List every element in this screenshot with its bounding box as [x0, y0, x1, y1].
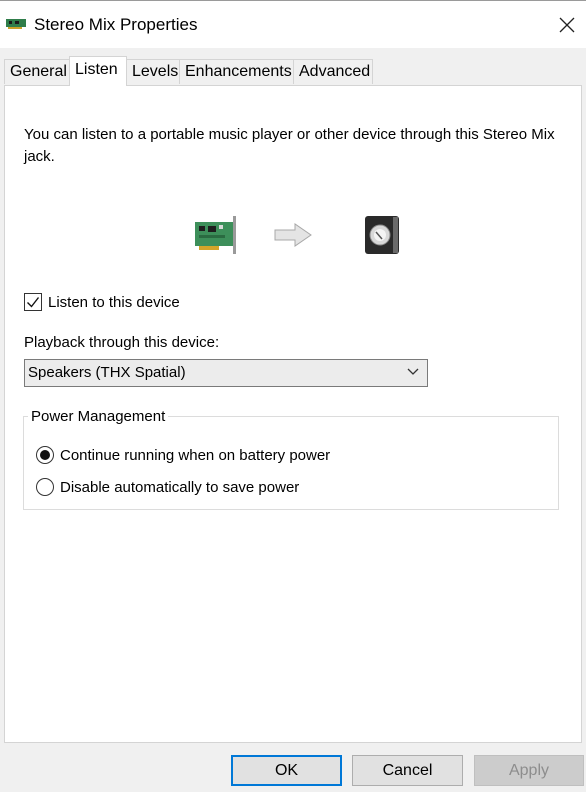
listen-checkbox-label: Listen to this device — [48, 293, 180, 311]
tab-bar: General Listen Levels Enhancements Advan… — [0, 48, 586, 86]
radio-disable-automatically[interactable]: Disable automatically to save power — [36, 478, 299, 496]
listen-checkbox[interactable] — [24, 293, 42, 311]
listen-panel: You can listen to a portable music playe… — [4, 85, 582, 743]
playback-device-dropdown[interactable]: Speakers (THX Spatial) — [24, 359, 428, 387]
radio-button[interactable] — [36, 478, 54, 496]
title-bar: Stereo Mix Properties — [0, 0, 586, 48]
close-button[interactable] — [548, 5, 586, 45]
sound-card-icon — [195, 216, 236, 254]
checkmark-icon — [27, 297, 40, 308]
sound-card-icon — [6, 19, 26, 29]
window-title: Stereo Mix Properties — [34, 15, 198, 34]
radio-selected-dot — [40, 450, 50, 460]
chevron-down-icon — [407, 368, 419, 375]
tab-general[interactable]: General — [4, 59, 70, 84]
radio-continue-running[interactable]: Continue running when on battery power — [36, 446, 330, 464]
speaker-icon — [365, 216, 399, 254]
cancel-button[interactable]: Cancel — [352, 755, 463, 786]
tab-levels[interactable]: Levels — [126, 59, 180, 84]
close-icon — [559, 17, 575, 33]
ok-button[interactable]: OK — [231, 755, 342, 786]
apply-button[interactable]: Apply — [474, 755, 584, 786]
listen-checkbox-row[interactable]: Listen to this device — [24, 293, 180, 311]
radio-label: Continue running when on battery power — [60, 446, 331, 464]
tab-listen[interactable]: Listen — [69, 56, 127, 86]
playback-label: Playback through this device: — [24, 334, 220, 351]
playback-device-value: Speakers (THX Spatial) — [28, 364, 186, 381]
radio-label: Disable automatically to save power — [60, 478, 300, 496]
tab-enhancements[interactable]: Enhancements — [179, 59, 294, 84]
radio-button[interactable] — [36, 446, 54, 464]
arrow-right-icon — [274, 223, 312, 247]
tab-advanced[interactable]: Advanced — [293, 59, 373, 84]
listen-description: You can listen to a portable music playe… — [24, 126, 555, 165]
power-management-legend: Power Management — [28, 408, 169, 425]
power-management-group: Power Management Continue running when o… — [23, 408, 559, 510]
